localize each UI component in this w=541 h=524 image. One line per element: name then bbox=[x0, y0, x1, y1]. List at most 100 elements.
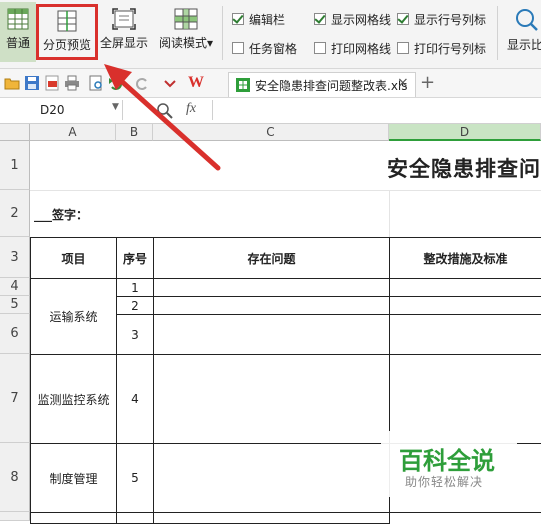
table-row-partial[interactable] bbox=[153, 512, 390, 524]
watermark-title: 百科全说 bbox=[399, 447, 495, 475]
open-folder-icon[interactable] bbox=[4, 75, 20, 91]
header-item[interactable]: 项目 bbox=[30, 237, 117, 279]
table-row-partial[interactable] bbox=[116, 512, 154, 524]
ribbon-separator bbox=[497, 6, 498, 60]
row-header-9[interactable] bbox=[0, 512, 30, 521]
checkbox-label: 打印网格线 bbox=[331, 42, 392, 56]
document-tab-title: 安全隐患排查问题整改表.xls bbox=[255, 79, 408, 93]
checkbox-label: 编辑栏 bbox=[249, 13, 286, 27]
row-header-8[interactable]: 8 bbox=[0, 443, 30, 512]
checkbox-unchecked-icon bbox=[232, 42, 244, 54]
print-headings-checkbox[interactable]: 打印行号列标 bbox=[397, 40, 486, 57]
undo-icon[interactable] bbox=[108, 75, 124, 91]
seq-cell[interactable]: 3 bbox=[116, 314, 154, 355]
row-header-3[interactable]: 3 bbox=[0, 237, 30, 278]
column-header-d[interactable]: D bbox=[389, 124, 541, 141]
close-tab-icon[interactable]: × bbox=[397, 75, 409, 91]
checkbox-unchecked-icon bbox=[314, 42, 326, 54]
seq-cell[interactable]: 1 bbox=[116, 278, 154, 297]
checkbox-checked-icon bbox=[232, 13, 244, 25]
spreadsheet-file-icon bbox=[236, 78, 250, 92]
new-tab-icon[interactable]: + bbox=[420, 72, 435, 93]
group-name-cell[interactable]: 制度管理 bbox=[30, 443, 117, 513]
read-mode-label: 阅读模式▾ bbox=[158, 36, 214, 50]
read-mode-button[interactable]: 阅读模式▾ bbox=[154, 2, 218, 62]
page-break-preview-icon bbox=[57, 10, 77, 32]
gridline bbox=[30, 190, 541, 191]
fullscreen-button[interactable]: 全屏显示 bbox=[98, 2, 150, 62]
view-ribbon: 普通 分页预览 全屏显示 阅读模式▾ 编辑栏 任务窗格 显示网格线 打印网格线 … bbox=[0, 0, 541, 69]
normal-view-icon bbox=[7, 8, 29, 30]
fullscreen-label: 全屏显示 bbox=[99, 36, 148, 50]
show-gridlines-checkbox[interactable]: 显示网格线 bbox=[314, 11, 391, 28]
seq-cell[interactable]: 2 bbox=[116, 296, 154, 315]
read-mode-icon bbox=[174, 8, 198, 30]
row-header-2[interactable]: 2 bbox=[0, 190, 30, 237]
row-header-7[interactable]: 7 bbox=[0, 354, 30, 443]
row-header-5[interactable]: 5 bbox=[0, 296, 30, 314]
page-break-preview-label: 分页预览 bbox=[42, 38, 91, 52]
checkbox-label: 显示网格线 bbox=[331, 13, 392, 27]
measure-cell[interactable] bbox=[389, 296, 541, 315]
column-header-c[interactable]: C bbox=[153, 124, 389, 141]
checkbox-checked-icon bbox=[397, 13, 409, 25]
measure-cell[interactable] bbox=[389, 278, 541, 297]
page-break-preview-button[interactable]: 分页预览 bbox=[36, 4, 98, 60]
checkbox-label: 任务窗格 bbox=[249, 42, 298, 56]
print-preview-icon[interactable] bbox=[88, 75, 104, 91]
header-issue[interactable]: 存在问题 bbox=[153, 237, 390, 279]
normal-view-button[interactable]: 普通 bbox=[0, 2, 36, 62]
ribbon-separator bbox=[222, 6, 223, 60]
formula-input[interactable] bbox=[212, 100, 541, 120]
group-name-cell[interactable]: 监测监控系统 bbox=[30, 354, 117, 444]
header-measure[interactable]: 整改措施及标准 bbox=[389, 237, 541, 279]
column-header-b[interactable]: B bbox=[116, 124, 153, 141]
show-ratio-label: 显示比 bbox=[507, 38, 541, 52]
issue-cell[interactable] bbox=[153, 314, 390, 355]
issue-cell[interactable] bbox=[153, 278, 390, 297]
measure-cell[interactable] bbox=[389, 314, 541, 355]
show-headings-checkbox[interactable]: 显示行号列标 bbox=[397, 11, 486, 28]
fullscreen-icon bbox=[112, 8, 136, 30]
redo-icon[interactable] bbox=[134, 75, 150, 91]
task-pane-checkbox[interactable]: 任务窗格 bbox=[232, 40, 297, 57]
export-pdf-icon[interactable] bbox=[44, 75, 60, 91]
magnifier-icon bbox=[516, 9, 538, 31]
group-name-cell[interactable]: 运输系统 bbox=[30, 278, 117, 355]
insert-function-icon[interactable]: fx bbox=[186, 101, 196, 117]
customize-dropdown-icon[interactable] bbox=[162, 75, 178, 91]
show-ratio-button[interactable]: 显示比 bbox=[503, 2, 541, 62]
checkbox-label: 打印行号列标 bbox=[414, 42, 487, 56]
print-gridlines-checkbox[interactable]: 打印网格线 bbox=[314, 40, 391, 57]
row-header-4[interactable]: 4 bbox=[0, 278, 30, 296]
formula-bar-checkbox[interactable]: 编辑栏 bbox=[232, 11, 285, 28]
watermark-logo: 百科全说 助你轻松解决 bbox=[381, 431, 517, 497]
name-box[interactable]: D20 ▼ bbox=[0, 100, 123, 120]
seq-cell[interactable]: 4 bbox=[116, 354, 154, 444]
gridline bbox=[389, 190, 390, 237]
column-header-a[interactable]: A bbox=[30, 124, 116, 141]
select-all-corner[interactable] bbox=[0, 124, 30, 141]
issue-cell[interactable] bbox=[153, 296, 390, 315]
wps-logo-icon[interactable]: W bbox=[186, 73, 206, 93]
save-icon[interactable] bbox=[24, 75, 40, 91]
watermark-subtitle: 助你轻松解决 bbox=[405, 475, 484, 489]
checkbox-label: 显示行号列标 bbox=[414, 13, 487, 27]
issue-cell[interactable] bbox=[153, 443, 390, 513]
checkbox-unchecked-icon bbox=[397, 42, 409, 54]
sign-label[interactable]: ___签字： bbox=[34, 206, 88, 223]
normal-view-label: 普通 bbox=[5, 36, 30, 50]
issue-cell[interactable] bbox=[153, 354, 390, 444]
sheet-title[interactable]: 安全隐患排查问 bbox=[387, 153, 541, 183]
seq-cell[interactable]: 5 bbox=[116, 443, 154, 513]
row-header-1[interactable]: 1 bbox=[0, 141, 30, 190]
name-box-dropdown-icon[interactable]: ▼ bbox=[112, 102, 119, 112]
document-tab[interactable]: 安全隐患排查问题整改表.xls × bbox=[228, 72, 416, 97]
zoom-icon[interactable] bbox=[156, 102, 174, 120]
header-seq[interactable]: 序号 bbox=[116, 237, 154, 279]
print-icon[interactable] bbox=[64, 75, 80, 91]
cell-reference: D20 bbox=[40, 103, 65, 117]
row-header-6[interactable]: 6 bbox=[0, 314, 30, 354]
checkbox-checked-icon bbox=[314, 13, 326, 25]
table-row-partial[interactable] bbox=[30, 512, 117, 524]
